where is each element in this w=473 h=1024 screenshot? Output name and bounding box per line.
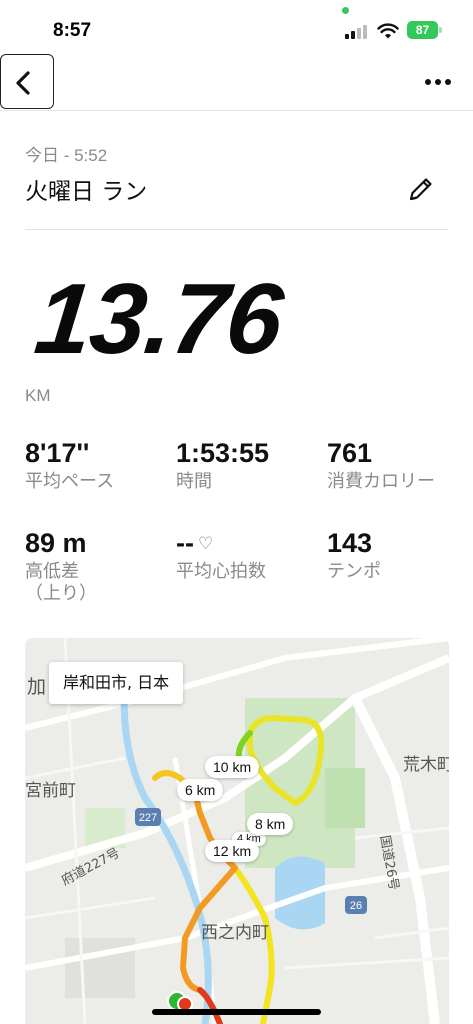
- stat-value: 1:53:55: [176, 438, 270, 468]
- distance-unit: KM: [25, 386, 51, 405]
- stat-value: 761: [327, 438, 373, 468]
- map-place-name: 宮前町: [25, 781, 76, 801]
- ellipsis-icon: [425, 79, 431, 85]
- stat-label: テンポ: [327, 561, 381, 582]
- back-button[interactable]: [0, 54, 54, 109]
- km-marker: 6 km: [177, 779, 224, 801]
- km-marker: 10 km: [205, 756, 260, 778]
- stat-label: 消費カロリー: [327, 471, 435, 492]
- map-place-name: 荒木町: [403, 755, 449, 775]
- road-shield-26: 26: [350, 900, 362, 912]
- status-time: 8:57: [53, 20, 92, 41]
- privacy-indicator: [342, 7, 349, 14]
- nav-bar: [0, 50, 473, 111]
- km-marker: 8 km: [247, 813, 294, 835]
- battery-level: 87: [415, 23, 430, 37]
- stat-label: 平均ペース: [25, 471, 115, 492]
- km-marker: 12 km: [205, 840, 260, 862]
- stat-label: 平均心拍数: [176, 561, 266, 582]
- stat-avg-pace: 8'17'' 平均ペース: [25, 438, 114, 493]
- battery-tip: [439, 27, 442, 33]
- route-map[interactable]: 227 26 岸和田市, 日本 加 宮前町 荒木町 西之内町 府道227号 国道…: [25, 638, 449, 1024]
- cellular-signal-icon: [345, 24, 371, 39]
- map-place-name: 西之内町: [201, 923, 269, 943]
- workout-date: 今日 - 5:52: [25, 146, 108, 165]
- stat-calories: 761 消費カロリー: [327, 438, 435, 493]
- pencil-icon[interactable]: [406, 174, 436, 204]
- stat-avg-heart-rate: -- ♡ 平均心拍数: [176, 528, 266, 583]
- stat-label: 高低差 （上り）: [25, 561, 97, 604]
- stat-label: 時間: [176, 471, 212, 492]
- map-place-name: 加: [27, 676, 47, 698]
- map-location-label: 岸和田市, 日本: [49, 662, 184, 704]
- status-bar: 8:57 87: [0, 0, 473, 50]
- wifi-icon: [377, 23, 399, 39]
- workout-title: 火曜日 ラン: [25, 179, 148, 205]
- stat-elevation: 89 m 高低差 （上り）: [25, 528, 97, 605]
- header-divider: [25, 229, 448, 230]
- stat-value: 89 m: [25, 528, 87, 558]
- road-shield-227: 227: [139, 812, 157, 824]
- stat-duration: 1:53:55 時間: [176, 438, 269, 493]
- stat-value: 8'17'': [25, 438, 90, 468]
- battery-indicator: 87: [407, 21, 438, 39]
- stat-value: --: [176, 528, 194, 558]
- more-options-button[interactable]: [420, 72, 456, 92]
- heart-icon: ♡: [197, 534, 214, 553]
- stat-cadence: 143 テンポ: [327, 528, 381, 583]
- home-indicator[interactable]: [152, 1009, 321, 1015]
- chevron-left-icon: [16, 71, 30, 95]
- stat-value: 143: [327, 528, 373, 558]
- distance-value: 13.76: [30, 263, 288, 375]
